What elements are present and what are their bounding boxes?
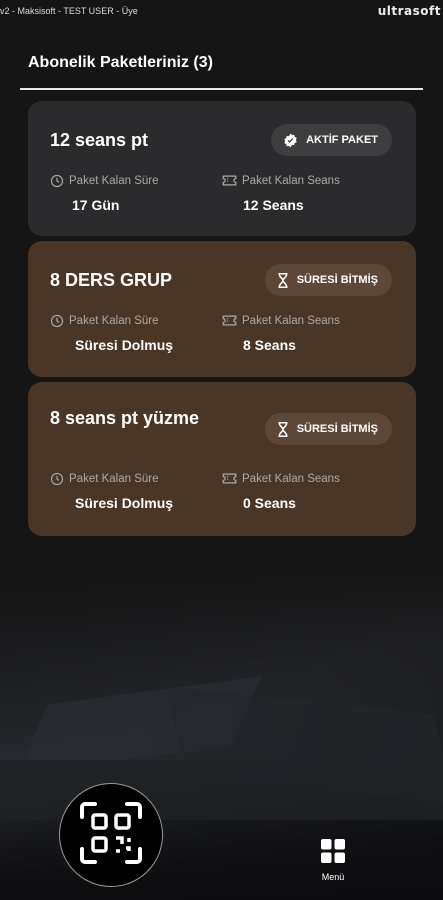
remaining-sessions-label: Paket Kalan Seans [222, 314, 340, 327]
badge-text: SÜRESİ BİTMİŞ [296, 423, 378, 435]
package-title: 8 seans pt yüzme [50, 408, 200, 428]
qr-scan-button[interactable] [59, 783, 163, 887]
remaining-sessions-value: 8 Seans [243, 337, 296, 353]
remaining-time-label: Paket Kalan Süre [50, 314, 159, 328]
hourglass-icon [277, 272, 289, 288]
clock-icon [50, 174, 64, 188]
remaining-sessions-label: Paket Kalan Seans [222, 174, 340, 187]
badge-text: AKTİF PAKET [306, 134, 378, 146]
menu-label: Menü [321, 872, 345, 882]
clock-icon [50, 314, 64, 328]
hourglass-icon [277, 421, 289, 437]
clock-icon [50, 472, 64, 486]
ticket-icon [222, 315, 237, 326]
status-badge-active: AKTİF PAKET [271, 124, 392, 156]
package-card-expired[interactable]: 8 DERS GRUP SÜRESİ BİTMİŞ Paket Kalan Sü… [28, 241, 416, 377]
remaining-sessions-value: 12 Seans [243, 197, 304, 213]
package-card-expired[interactable]: 8 seans pt yüzme SÜRESİ BİTMİŞ Paket Kal… [28, 382, 416, 536]
package-card-active[interactable]: 12 seans pt AKTİF PAKET Paket Kalan Süre… [28, 101, 416, 236]
package-title: 8 DERS GRUP [50, 270, 173, 290]
brand-logo: ultrasoft [377, 4, 441, 18]
ticket-icon [222, 473, 237, 484]
verified-badge-icon [283, 133, 298, 148]
remaining-time-value: Süresi Dolmuş [75, 495, 174, 511]
status-badge-expired: SÜRESİ BİTMİŞ [264, 264, 392, 296]
remaining-time-label: Paket Kalan Süre [50, 174, 159, 188]
qr-scan-icon [79, 801, 143, 870]
status-text: v2 - Maksisoft - TEST USER - Üye [0, 6, 138, 16]
remaining-time-value: Süresi Dolmuş [75, 337, 174, 353]
remaining-time-value: 17 Gün [72, 197, 120, 213]
menu-button[interactable]: Menü [312, 838, 354, 882]
remaining-sessions-label: Paket Kalan Seans [222, 472, 340, 485]
ticket-icon [222, 175, 237, 186]
status-bar: v2 - Maksisoft - TEST USER - Üye ultraso… [0, 0, 443, 22]
remaining-time-label: Paket Kalan Süre [50, 472, 159, 486]
remaining-sessions-value: 0 Seans [243, 495, 296, 511]
title-underline [20, 88, 423, 90]
page-title: Abonelik Paketleriniz (3) [28, 54, 213, 71]
status-badge-expired: SÜRESİ BİTMİŞ [264, 413, 392, 445]
package-title: 12 seans pt [50, 130, 149, 150]
badge-text: SÜRESİ BİTMİŞ [296, 274, 378, 286]
grid-menu-icon [320, 838, 346, 869]
